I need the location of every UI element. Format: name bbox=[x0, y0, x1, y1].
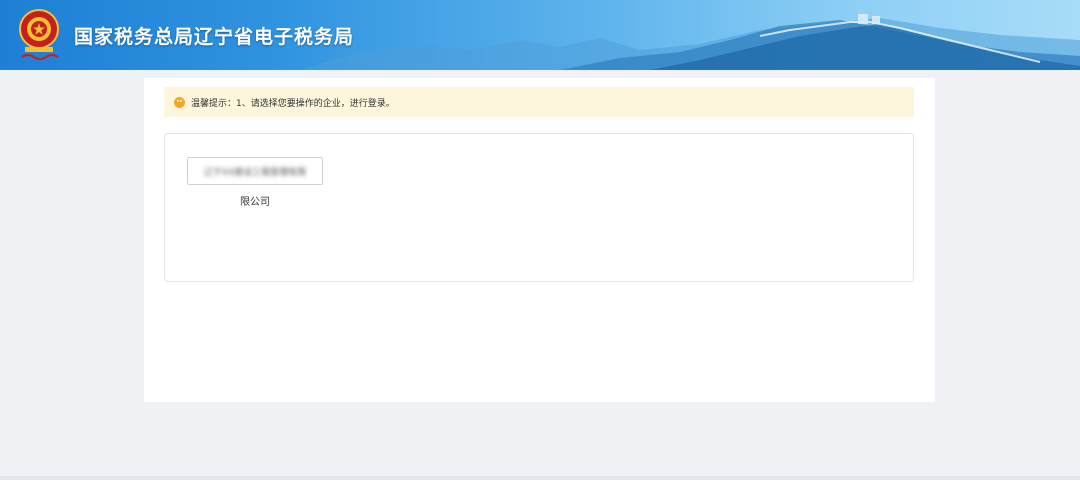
company-name-box[interactable]: 辽宁XX建设工程管理有限 bbox=[187, 157, 323, 185]
notice-bar: 温馨提示：1、请选择您要操作的企业，进行登录。 bbox=[164, 87, 914, 117]
company-card[interactable]: 辽宁XX建设工程管理有限 限公司 bbox=[187, 157, 323, 208]
company-name-blurred: 辽宁XX建设工程管理有限 bbox=[203, 167, 307, 178]
site-title: 国家税务总局辽宁省电子税务局 bbox=[74, 26, 355, 48]
main-panel: 温馨提示：1、请选择您要操作的企业，进行登录。 辽宁XX建设工程管理有限 限公司 bbox=[144, 78, 935, 402]
company-name-suffix: 限公司 bbox=[240, 197, 270, 208]
notice-text: 温馨提示：1、请选择您要操作的企业，进行登录。 bbox=[191, 98, 395, 109]
smile-icon bbox=[174, 96, 185, 108]
site-header: 国家税务总局辽宁省电子税务局 bbox=[0, 0, 1080, 70]
company-list: 辽宁XX建设工程管理有限 限公司 bbox=[164, 133, 914, 282]
footer-divider bbox=[0, 476, 1080, 480]
tax-emblem-icon bbox=[19, 9, 59, 60]
